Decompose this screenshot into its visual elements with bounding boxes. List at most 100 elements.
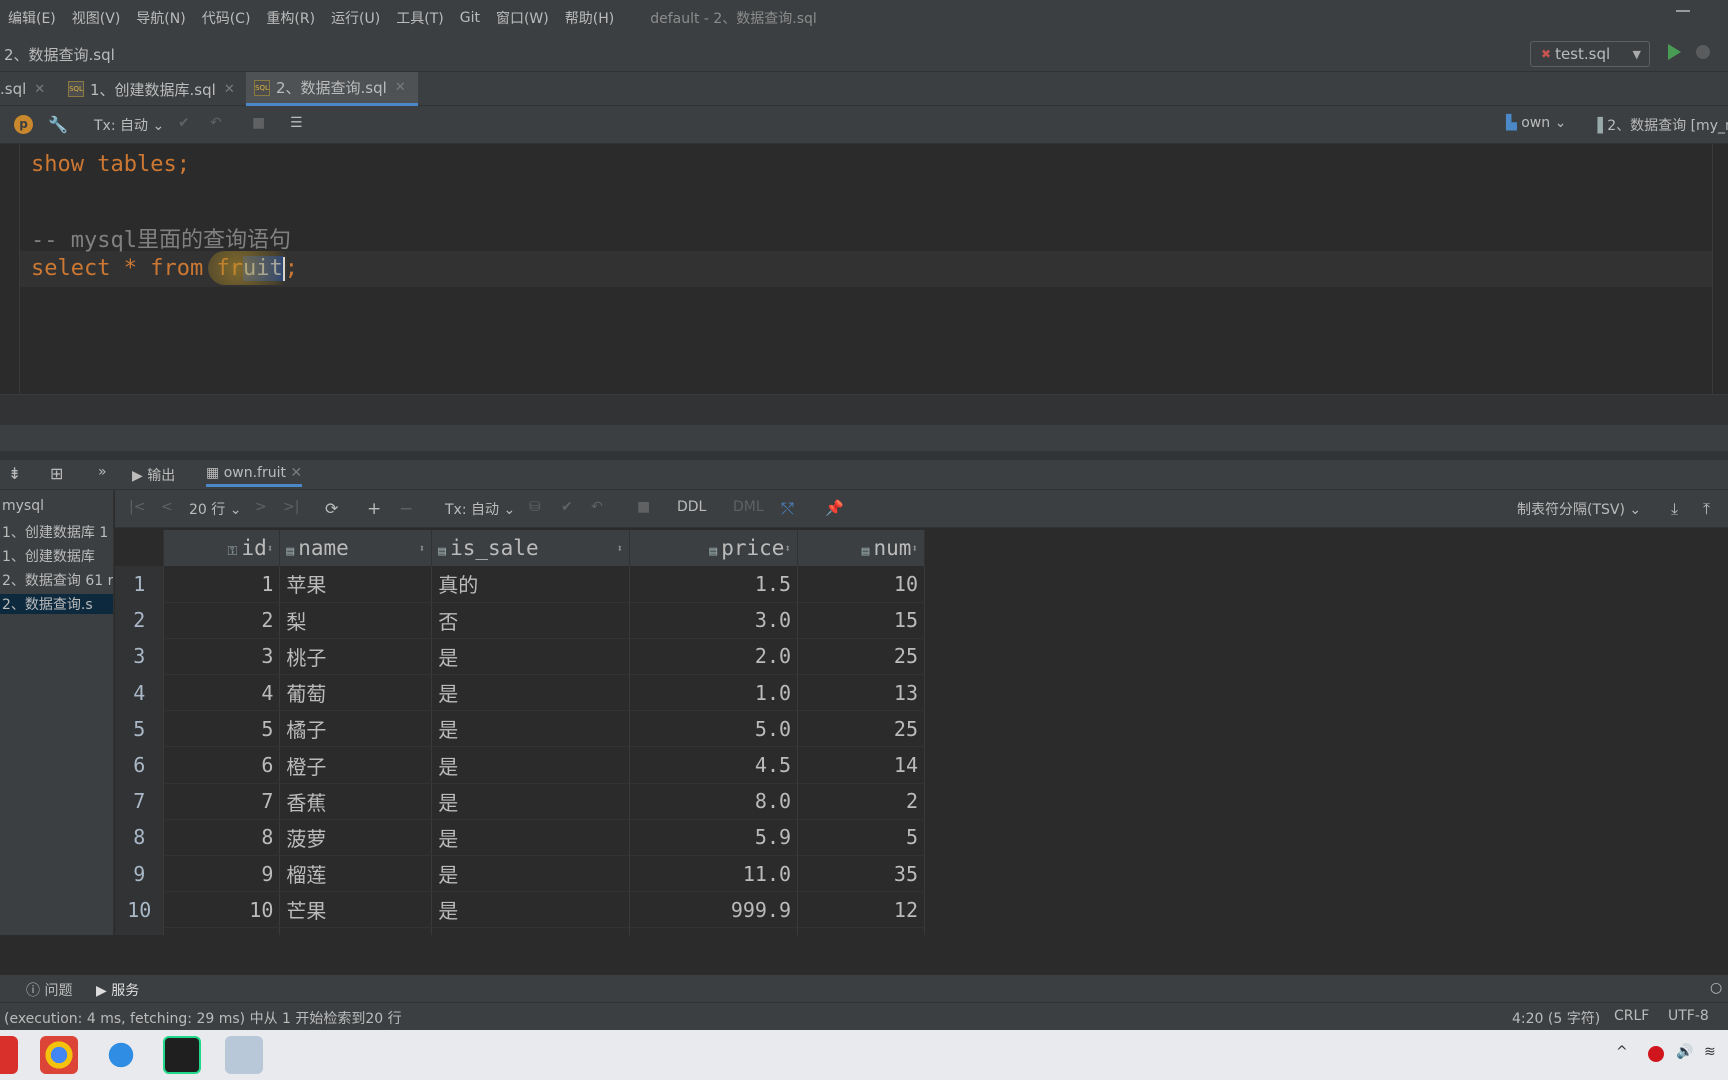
row-number[interactable]: 8 (115, 819, 165, 857)
cell-is-sale[interactable]: 否 (431, 927, 631, 935)
row-number[interactable]: 7 (115, 783, 165, 820)
column-header-name[interactable]: ▤ name ⬍ (279, 530, 433, 566)
splitter-bar[interactable] (0, 425, 1728, 451)
table-row[interactable]: 9 9 榴莲是 11.0 35 (115, 855, 925, 893)
cell-id[interactable]: 11 (163, 927, 281, 935)
cell-is-sale[interactable]: 是 (431, 638, 631, 676)
menu-code[interactable]: 代码(C) (202, 8, 251, 28)
menu-view[interactable]: 视图(V) (72, 8, 121, 28)
cell-price[interactable]: 8.0 (629, 783, 799, 820)
cell-num[interactable]: 2 (797, 783, 925, 820)
tree-item-query-session[interactable]: 2、数据查询 61 r (2, 570, 113, 590)
table-row[interactable]: 1111猕猴桃否15.045 (115, 927, 925, 935)
cell-num[interactable]: 25 (797, 710, 925, 748)
add-row-icon[interactable]: + (367, 499, 381, 519)
tab-sql[interactable]: .sql ✕ (0, 72, 56, 106)
cell-name[interactable]: 橘子 (279, 710, 433, 748)
close-icon[interactable]: ✕ (290, 465, 302, 481)
menu-git[interactable]: Git (460, 10, 480, 26)
search-icon[interactable]: ○ (1710, 980, 1722, 996)
prev-page-icon[interactable]: < (161, 499, 173, 515)
menu-window[interactable]: 窗口(W) (496, 8, 549, 28)
close-icon[interactable]: ✕ (224, 82, 235, 97)
wifi-icon[interactable]: ≋ (1704, 1044, 1716, 1060)
row-number[interactable]: 3 (115, 638, 165, 676)
cell-id[interactable]: 4 (163, 674, 281, 712)
close-icon[interactable]: ✕ (34, 82, 45, 97)
row-number[interactable]: 11 (115, 927, 165, 935)
image-app-icon[interactable] (225, 1036, 263, 1074)
column-header-num[interactable]: ▤ num ⬍ (797, 530, 925, 566)
cell-is-sale[interactable]: 是 (431, 746, 631, 784)
compare-icon[interactable]: ⛁ (529, 499, 541, 515)
submit-icon[interactable]: ✔ (561, 499, 573, 515)
run-config-select[interactable]: ✖ test.sql ▼ (1530, 41, 1650, 67)
cell-price[interactable]: 4.5 (629, 746, 799, 784)
tree-item-mysql[interactable]: mysql (2, 498, 44, 514)
page-size-select[interactable]: 20 行 ⌄ (189, 499, 241, 519)
menu-edit[interactable]: 编辑(E) (8, 8, 56, 28)
cell-name[interactable]: 菠萝 (279, 819, 433, 857)
export-format-select[interactable]: 制表符分隔(TSV) ⌄ (1517, 499, 1641, 519)
row-number[interactable]: 10 (115, 891, 165, 929)
line-separator[interactable]: CRLF (1614, 1008, 1649, 1024)
tree-item-create-db[interactable]: 1、创建数据库 (2, 546, 95, 566)
cell-name[interactable]: 梨 (279, 602, 433, 639)
row-number[interactable]: 1 (115, 566, 165, 603)
next-page-icon[interactable]: > (255, 499, 267, 515)
row-number[interactable]: 6 (115, 746, 165, 784)
results-layout-icon[interactable]: ☰ (290, 115, 303, 131)
collapse-all-icon[interactable]: ⇟ (8, 464, 21, 483)
cell-num[interactable]: 10 (797, 566, 925, 603)
tx-mode-select[interactable]: Tx: 自动 ⌄ (94, 115, 164, 135)
tab-services[interactable]: ▶ 服务 (96, 980, 139, 1000)
cancel-icon[interactable]: ■ (637, 499, 650, 515)
rollback-icon[interactable]: ↶ (210, 115, 222, 131)
menu-help[interactable]: 帮助(H) (565, 8, 614, 28)
tab-create-database[interactable]: SQL 1、创建数据库.sql ✕ (68, 72, 238, 106)
row-number[interactable]: 4 (115, 674, 165, 712)
cell-is-sale[interactable]: 真的 (431, 566, 631, 603)
download-icon[interactable]: ⤓ (1671, 499, 1678, 519)
breadcrumb[interactable]: 2、数据查询.sql (4, 44, 115, 65)
cell-is-sale[interactable]: 是 (431, 674, 631, 712)
cell-price[interactable]: 3.0 (629, 602, 799, 639)
wrench-icon[interactable]: 🔧 (48, 115, 68, 134)
dml-button[interactable]: DML (733, 499, 764, 515)
more-icon[interactable]: » (98, 464, 107, 480)
cell-name[interactable]: 榴莲 (279, 855, 433, 893)
cell-id[interactable]: 6 (163, 746, 281, 784)
schema-select[interactable]: ▙ own ⌄ (1506, 115, 1566, 131)
minimize-icon[interactable] (1676, 10, 1690, 12)
stop-icon[interactable]: ■ (252, 115, 265, 131)
commit-icon[interactable]: ✔ (178, 115, 190, 131)
cell-id[interactable]: 8 (163, 819, 281, 857)
cell-price[interactable]: 11.0 (629, 855, 799, 893)
sort-icon[interactable]: ⬍ (267, 542, 274, 555)
cell-is-sale[interactable]: 否 (431, 602, 631, 639)
sql-editor[interactable]: show tables; -- mysql里面的查询语句 select * fr… (0, 144, 1728, 394)
table-row[interactable]: 10 10 芒果是 999.9 12 (115, 891, 925, 929)
close-icon[interactable]: ✕ (395, 80, 406, 95)
cell-name[interactable]: 橙子 (279, 746, 433, 784)
caret-position[interactable]: 4:20 (5 字符) (1512, 1008, 1600, 1028)
refresh-icon[interactable]: ⟳ (325, 499, 338, 518)
console-select[interactable]: ▐ 2、数据查询 [my_m (1592, 115, 1728, 135)
cell-num[interactable]: 13 (797, 674, 925, 712)
table-row[interactable]: 8 8 菠萝是 5.9 5 (115, 819, 925, 857)
cell-name[interactable]: 葡萄 (279, 674, 433, 712)
tree-item-session[interactable]: 1、创建数据库 1 (2, 522, 108, 542)
group-icon[interactable]: ⊞ (50, 464, 63, 483)
cell-price[interactable]: 5.9 (629, 819, 799, 857)
sort-icon[interactable]: ⬍ (419, 542, 426, 555)
table-row[interactable]: 4 4 葡萄是 1.0 13 (115, 674, 925, 712)
cell-price[interactable]: 999.9 (629, 891, 799, 929)
cell-num[interactable]: 14 (797, 746, 925, 784)
menu-run[interactable]: 运行(U) (331, 8, 380, 28)
cell-id[interactable]: 9 (163, 855, 281, 893)
column-header-is-sale[interactable]: ▤ is_sale ⬍ (431, 530, 631, 566)
cell-num[interactable]: 45 (797, 927, 925, 935)
profile-badge[interactable]: p (14, 115, 33, 134)
file-encoding[interactable]: UTF-8 (1668, 1008, 1709, 1024)
tab-problems[interactable]: ⓘ 问题 (26, 980, 72, 1000)
